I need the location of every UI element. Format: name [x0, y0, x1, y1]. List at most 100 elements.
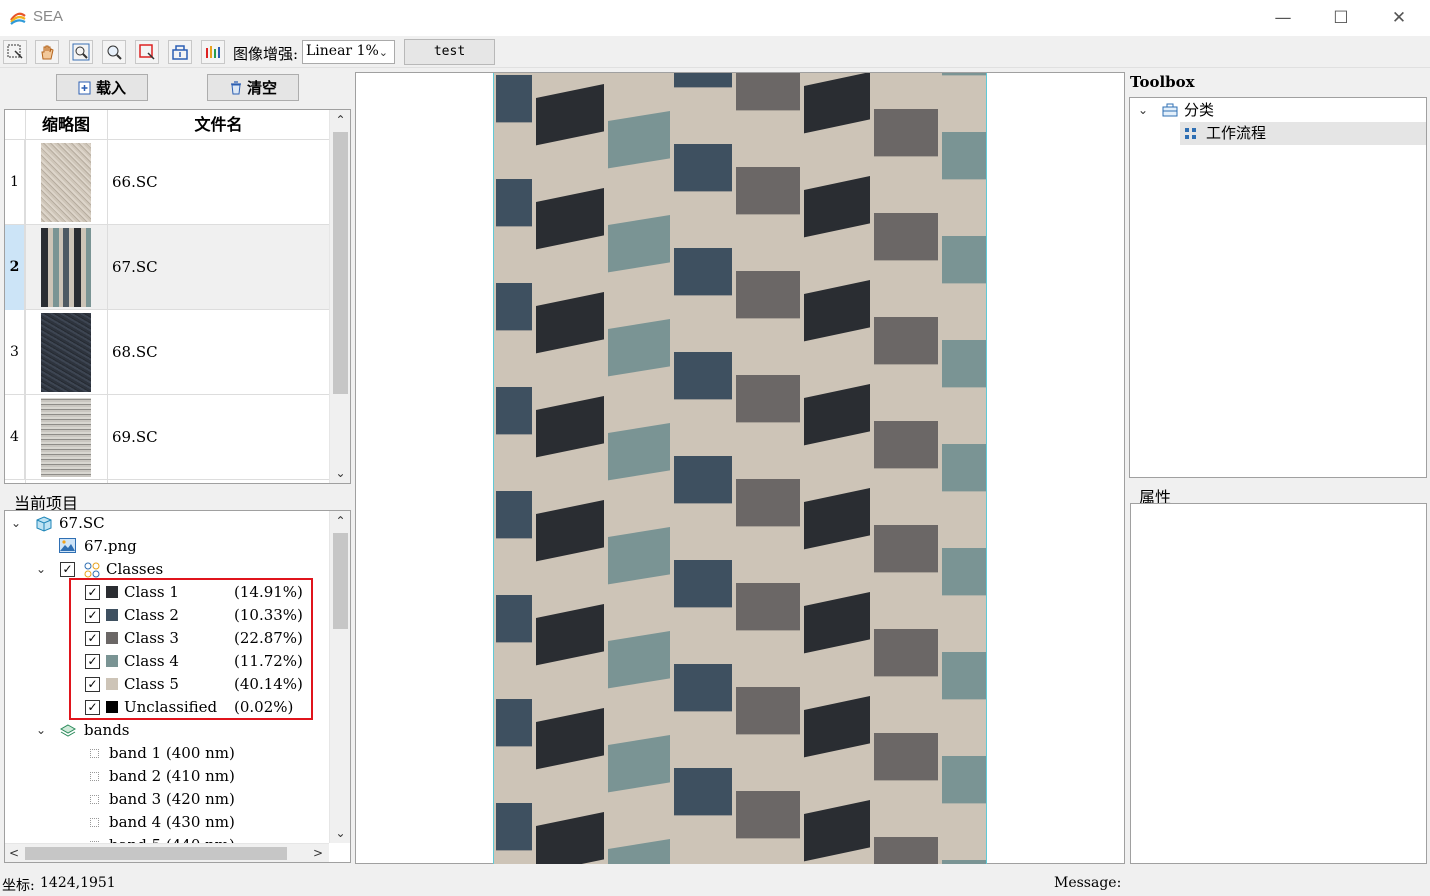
- band-checkbox[interactable]: [90, 772, 99, 781]
- table-row[interactable]: 2 67.SC: [5, 225, 329, 310]
- row-number: 4: [5, 395, 25, 480]
- chevron-down-icon: ⌄: [378, 46, 388, 59]
- class-region: [736, 375, 800, 423]
- class-region: [736, 791, 800, 839]
- toolbox-group-label: 分类: [1184, 101, 1215, 119]
- chevron-down-icon[interactable]: ⌄: [36, 719, 46, 742]
- class-region: [608, 735, 670, 793]
- load-label: 载入: [95, 79, 126, 97]
- scroll-left-icon[interactable]: <: [5, 844, 23, 862]
- toolbox-icon: [1162, 103, 1178, 117]
- table-row[interactable]: 1 66.SC: [5, 140, 329, 225]
- class-region: [874, 837, 938, 864]
- class-region: [736, 73, 800, 111]
- class-region: [674, 768, 732, 816]
- band-checkbox[interactable]: [90, 795, 99, 804]
- hscroll-thumb[interactable]: [25, 847, 287, 860]
- workflow-icon: [1185, 128, 1196, 139]
- message-label: Message:: [1054, 875, 1122, 891]
- class-region: [736, 479, 800, 527]
- tree-scrollbar[interactable]: ⌃ ⌄: [329, 511, 350, 843]
- image-icon: [59, 538, 76, 553]
- table-row[interactable]: 3 68.SC: [5, 310, 329, 395]
- row-number: 2: [5, 225, 25, 310]
- classes-icon: [84, 562, 100, 578]
- scroll-thumb[interactable]: [333, 533, 348, 629]
- chevron-down-icon[interactable]: ⌄: [36, 558, 46, 581]
- minimize-button[interactable]: —: [1254, 0, 1312, 36]
- chevron-down-icon[interactable]: ⌄: [1138, 99, 1148, 122]
- toolbox-title: Toolbox: [1130, 73, 1195, 91]
- band-label: band 4 (430 nm): [109, 813, 235, 831]
- class-region: [536, 604, 604, 666]
- file-name: 69.SC: [112, 428, 158, 446]
- file-name: 67.SC: [112, 258, 158, 276]
- scroll-thumb[interactable]: [333, 132, 348, 394]
- class-region: [804, 176, 870, 238]
- classes-checkbox[interactable]: ✓: [60, 562, 75, 577]
- band-label: band 2 (410 nm): [109, 767, 235, 785]
- zoom-extent-button[interactable]: [69, 40, 93, 64]
- class-region: [674, 560, 732, 608]
- class-region: [874, 213, 938, 261]
- clear-button[interactable]: 清空: [207, 74, 299, 101]
- header-thumbnail[interactable]: 缩略图: [25, 110, 107, 140]
- zoom-button[interactable]: [102, 40, 126, 64]
- class-region: [496, 179, 532, 227]
- classified-image[interactable]: [493, 73, 987, 864]
- class-region: [942, 548, 986, 596]
- scroll-down-icon[interactable]: ⌄: [330, 823, 350, 843]
- properties-panel: [1130, 503, 1427, 864]
- toolbox-tree: ⌄ 分类 工作流程: [1129, 97, 1427, 478]
- scroll-up-icon[interactable]: ⌃: [330, 511, 350, 531]
- class-region: [536, 292, 604, 354]
- class-region: [804, 696, 870, 758]
- class-region: [736, 271, 800, 319]
- header-filename[interactable]: 文件名: [108, 110, 329, 140]
- pan-tool-button[interactable]: [35, 40, 59, 64]
- tree-hscrollbar[interactable]: < >: [5, 843, 329, 862]
- table-header: 缩略图 文件名: [5, 110, 329, 140]
- enhance-select[interactable]: Linear 1% ⌄: [302, 40, 395, 64]
- class-region: [942, 756, 986, 804]
- maximize-button[interactable]: ☐: [1312, 0, 1370, 36]
- class-region: [536, 396, 604, 458]
- image-canvas[interactable]: [355, 72, 1125, 864]
- class-region: [674, 248, 732, 296]
- scroll-right-icon[interactable]: >: [309, 844, 327, 862]
- load-button[interactable]: 载入: [56, 74, 148, 101]
- chevron-down-icon[interactable]: ⌄: [11, 512, 21, 535]
- class-region: [608, 527, 670, 585]
- test-button[interactable]: test: [404, 39, 495, 65]
- class-region: [804, 280, 870, 342]
- trash-icon: [230, 80, 241, 94]
- table-scrollbar[interactable]: ⌃ ⌄: [329, 110, 350, 483]
- cube-icon: [36, 516, 52, 532]
- class-region: [536, 708, 604, 770]
- band-checkbox[interactable]: [90, 749, 99, 758]
- scroll-up-icon[interactable]: ⌃: [330, 110, 350, 130]
- class-region: [536, 188, 604, 250]
- spectrum-tool-button[interactable]: [201, 40, 225, 64]
- close-button[interactable]: ✕: [1370, 0, 1428, 36]
- classes-highlight-box: [69, 578, 313, 720]
- pan-hand-icon: [41, 45, 54, 60]
- scroll-down-icon[interactable]: ⌄: [330, 463, 350, 483]
- class-region: [736, 167, 800, 215]
- clear-label: 清空: [246, 79, 277, 97]
- class-region: [608, 111, 670, 169]
- select-tool-button[interactable]: [3, 40, 27, 64]
- crop-select-button[interactable]: [135, 40, 159, 64]
- table-row[interactable]: 4 69.SC: [5, 395, 329, 480]
- toolbar: 图像增强: Linear 1% ⌄ test: [0, 36, 1430, 68]
- zoom-extent-icon: [72, 43, 90, 61]
- toolbox-item-workflow[interactable]: 工作流程: [1180, 122, 1426, 145]
- class-region: [674, 664, 732, 712]
- classify-tool-icon: [172, 45, 188, 60]
- band-label: band 3 (420 nm): [109, 790, 235, 808]
- classify-tool-button[interactable]: [168, 40, 192, 64]
- crop-select-icon: [139, 44, 155, 60]
- class-region: [804, 488, 870, 550]
- band-checkbox[interactable]: [90, 818, 99, 827]
- status-bar: 坐标: 1424,1951 Message:: [0, 870, 1430, 896]
